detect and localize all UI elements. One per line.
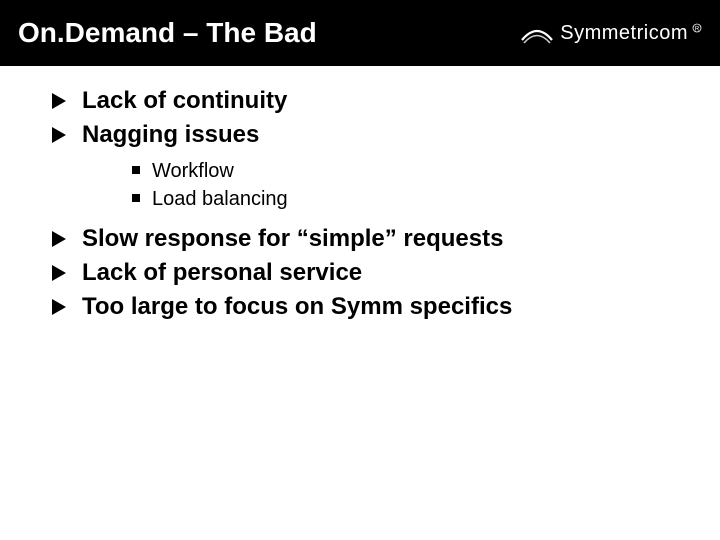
bullet-item: Too large to focus on Symm specifics [50,292,680,322]
arrow-icon [50,122,68,148]
brand-logo: Symmetricom R [520,16,702,50]
square-icon [132,194,140,202]
arrow-icon [50,226,68,252]
arrow-icon [50,260,68,286]
brand-name: Symmetricom [560,22,688,45]
bullet-item: Slow response for “simple” requests [50,224,680,254]
bullet-item: Nagging issues [50,120,680,150]
sub-text: Load balancing [152,186,288,212]
bullet-text: Slow response for “simple” requests [82,224,503,254]
bullet-item: Lack of continuity [50,86,680,116]
slide: On.Demand – The Bad Symmetricom R Lack o… [0,0,720,540]
bullet-item: Lack of personal service [50,258,680,288]
arrow-icon [50,294,68,320]
sub-item: Workflow [132,158,680,184]
slide-title: On.Demand – The Bad [18,17,317,49]
swoosh-icon [520,16,554,50]
sub-list: Workflow Load balancing [132,158,680,212]
title-bar: On.Demand – The Bad Symmetricom R [0,0,720,66]
square-icon [132,166,140,174]
sub-item: Load balancing [132,186,680,212]
bullet-text: Too large to focus on Symm specifics [82,292,512,322]
bullet-text: Lack of personal service [82,258,362,288]
bullet-text: Lack of continuity [82,86,287,116]
svg-text:R: R [695,27,700,33]
sub-text: Workflow [152,158,234,184]
content-area: Lack of continuity Nagging issues Workfl… [0,66,720,322]
registered-icon: R [692,23,702,33]
arrow-icon [50,88,68,114]
bullet-text: Nagging issues [82,120,259,150]
